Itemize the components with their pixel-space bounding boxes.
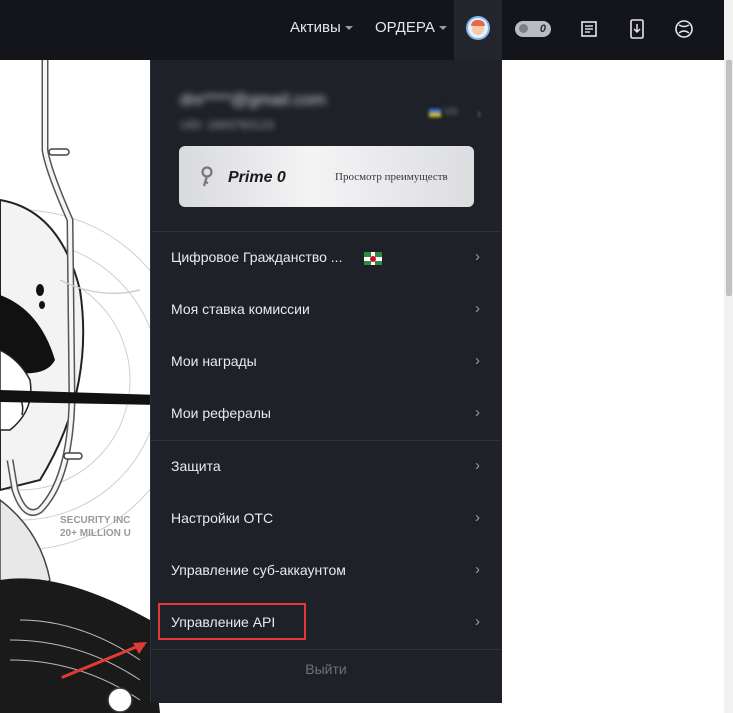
nav-assets[interactable]: Активы xyxy=(290,19,353,36)
chevron-right-icon: › xyxy=(475,613,480,630)
menu-item-label: Защита xyxy=(171,458,221,474)
orders-document-icon[interactable] xyxy=(576,16,602,42)
menu-item-digital-citizenship[interactable]: Цифровое Гражданство ... › xyxy=(151,232,501,284)
prime-key-icon xyxy=(201,166,213,187)
page-scrollbar-thumb[interactable] xyxy=(726,60,732,296)
menu-item-commission-rate[interactable]: Моя ставка комиссии › xyxy=(151,284,501,336)
account-dropdown-menu: dnr****@gmail.com UID: 1693783123 V0 › P… xyxy=(150,60,502,703)
country-flag-icon xyxy=(429,109,441,117)
prime-level-value: 0 xyxy=(539,23,546,35)
logout-button[interactable]: Выйти xyxy=(151,661,501,677)
prime-card-title: Prime 0 xyxy=(228,169,286,186)
annotation-arrow-icon xyxy=(61,642,147,679)
top-navigation-bar: Активы ОРДЕРА 0 xyxy=(0,0,724,60)
prime-level-badge[interactable]: 0 xyxy=(515,21,551,37)
menu-item-label: Моя ставка комиссии xyxy=(171,301,310,317)
menu-item-label: Цифровое Гражданство ... xyxy=(171,249,343,265)
menu-item-label: Управление суб-аккаунтом xyxy=(171,562,346,578)
chevron-right-icon: › xyxy=(475,509,480,526)
menu-item-otc-settings[interactable]: Настройки OTC › xyxy=(151,493,501,545)
nav-orders-label: ОРДЕРА xyxy=(375,19,435,36)
view-benefits-link[interactable]: Просмотр преимуществ xyxy=(335,171,448,183)
menu-item-label: Управление API xyxy=(171,614,276,630)
caret-down-icon xyxy=(344,25,353,30)
download-app-icon[interactable] xyxy=(624,16,650,42)
account-uid: UID: 1693783123 xyxy=(180,118,275,132)
menu-item-security[interactable]: Защита › xyxy=(151,441,501,493)
vip-level: V0 xyxy=(444,106,458,118)
chevron-right-icon: › xyxy=(475,457,480,474)
language-globe-icon[interactable] xyxy=(671,16,697,42)
chevron-right-icon: › xyxy=(475,300,480,317)
account-menu-button[interactable] xyxy=(454,0,502,60)
caret-down-icon xyxy=(438,25,447,30)
chevron-right-icon: › xyxy=(475,404,480,421)
menu-item-referrals[interactable]: Мои рефералы › xyxy=(151,388,501,440)
menu-item-label: Мои рефералы xyxy=(171,405,271,421)
menu-divider xyxy=(151,649,501,650)
menu-item-label: Мои награды xyxy=(171,353,257,369)
illustration-caption-2: 20+ MILLION U xyxy=(60,528,131,539)
chevron-right-icon: › xyxy=(475,248,480,265)
account-email: dnr****@gmail.com xyxy=(180,90,326,109)
chevron-right-icon: › xyxy=(475,352,480,369)
nav-assets-label: Активы xyxy=(290,19,341,36)
chevron-right-icon[interactable]: › xyxy=(477,106,481,121)
avatar xyxy=(466,16,490,40)
nav-orders[interactable]: ОРДЕРА xyxy=(375,19,447,36)
prime-card[interactable]: Prime 0 Просмотр преимуществ xyxy=(179,146,474,207)
chevron-right-icon: › xyxy=(475,561,480,578)
menu-item-api-management[interactable]: Управление API › xyxy=(151,597,501,649)
menu-item-label: Настройки OTC xyxy=(171,510,274,526)
dominica-flag-icon xyxy=(364,252,382,265)
astronaut-illustration: SECURITY INC 20+ MILLION U xyxy=(0,60,160,713)
illustration-caption-1: SECURITY INC xyxy=(60,515,130,526)
key-icon xyxy=(519,24,528,33)
menu-item-rewards[interactable]: Мои награды › xyxy=(151,336,501,388)
menu-item-subaccount-management[interactable]: Управление суб-аккаунтом › xyxy=(151,545,501,597)
